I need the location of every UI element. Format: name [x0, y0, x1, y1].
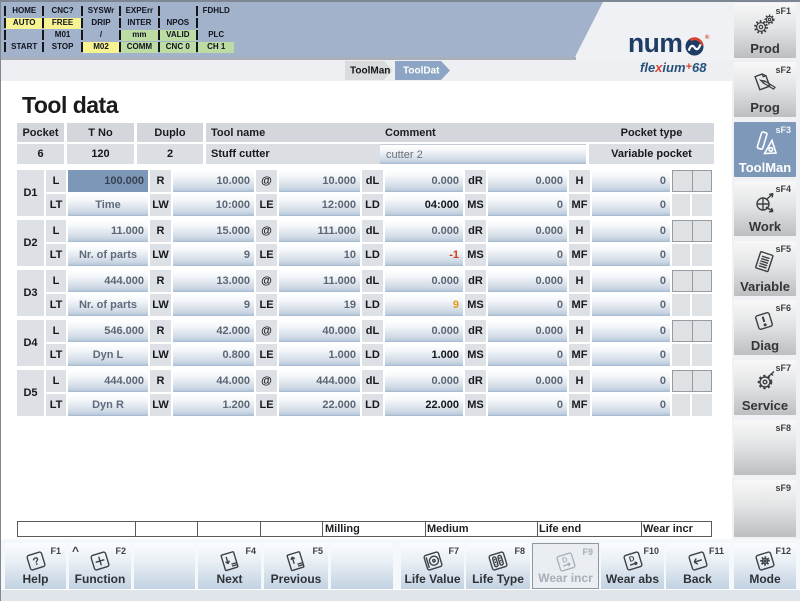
- svg-text:?: ?: [31, 555, 41, 569]
